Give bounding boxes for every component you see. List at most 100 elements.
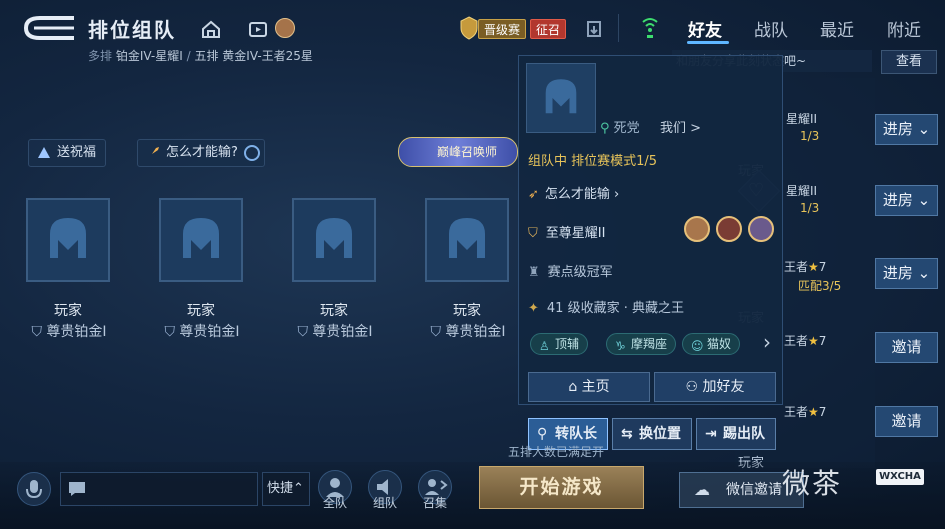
rocket-icon <box>144 144 162 162</box>
slot-1-name: 玩家 <box>54 303 82 319</box>
star-icon: ★ <box>808 405 819 419</box>
hint-text: 五排人数已满足开 <box>508 445 605 459</box>
cat-icon: ☺ <box>691 339 704 353</box>
rank-shield-icon: ⛉ <box>297 324 313 340</box>
friend-4-rank: 王者★7 <box>784 334 827 348</box>
kick-button[interactable]: ⇥ 踢出队 <box>696 418 776 450</box>
view-button[interactable]: 查看 <box>881 50 937 74</box>
tag-zodiac: ♑ 摩羯座 <box>606 333 677 355</box>
chevron-down-icon: ⌄ <box>912 264 931 282</box>
slot-4-rank: ⛉ 尊贵铂金I <box>430 324 506 340</box>
rank-shield-icon <box>460 16 478 40</box>
player-slot-4[interactable] <box>425 198 509 282</box>
friend-4-invite-button[interactable]: 邀请 <box>875 332 938 363</box>
tab-active-indicator <box>687 41 729 44</box>
tag-support: ♙ 顶辅 <box>530 333 589 355</box>
chevron-right-icon: › <box>609 187 620 202</box>
add-friend-button[interactable]: ⚇ 加好友 <box>654 372 776 402</box>
how-lose-chip[interactable]: 怎么才能输? <box>137 139 265 167</box>
promo-chip[interactable]: 晋级赛 <box>478 19 527 39</box>
back-arrow-icon <box>23 16 74 40</box>
trophy-icon: ♜ <box>528 265 540 280</box>
relation-tag: ⚲ 死党 <box>600 121 640 136</box>
card-rank: ⛉ 至尊星耀II <box>528 226 606 241</box>
rocket-icon: ➶ <box>528 187 539 202</box>
bless-button[interactable]: 送祝福 <box>28 139 106 167</box>
signal-icon <box>641 14 659 40</box>
watermark-badge: WXCHA <box>876 469 924 485</box>
helmet-icon <box>183 218 219 258</box>
slot-3-rank: ⛉ 尊贵铂金I <box>297 324 373 340</box>
recruit-chip[interactable]: 征召 <box>530 19 567 39</box>
card-collector: ✦ 41 级收藏家 · 典藏之王 <box>528 301 684 316</box>
mode-multi: 多排 <box>88 49 113 63</box>
slot-2-name: 玩家 <box>187 303 215 319</box>
squad-voice-label: 组队 <box>372 496 397 510</box>
summon-label: 召集 <box>422 496 447 510</box>
us-link[interactable]: 我们 > <box>660 117 701 136</box>
helmet-icon <box>449 218 485 258</box>
player-slot-1[interactable] <box>26 198 110 282</box>
tab-clan[interactable]: 战队 <box>754 16 788 41</box>
rank-range-info: 多排 铂金IV-星耀I / 五排 黄金IV-王者25星 <box>88 47 313 64</box>
rank-shield-icon: ⛉ <box>31 324 47 340</box>
exit-icon: ⇥ <box>705 426 717 442</box>
card-motto[interactable]: ➶ 怎么才能输 › <box>528 183 619 202</box>
home-button[interactable]: ⌂ 主页 <box>528 372 650 402</box>
rank-emblem-icon: ⛉ <box>528 226 538 241</box>
chevron-right-icon[interactable]: › <box>763 330 771 354</box>
slot-1-rank: ⛉ 尊贵铂金I <box>31 324 107 340</box>
bless-label: 送祝福 <box>57 145 97 160</box>
player-slot-3[interactable] <box>292 198 376 282</box>
card-title-honor: ♜ 赛点级冠军 <box>528 265 613 280</box>
quick-chat-button[interactable]: 快捷⌃ <box>262 472 310 506</box>
tab-friends[interactable]: 好友 <box>688 16 722 41</box>
hero-avatar-3 <box>748 216 774 242</box>
summoner-badge: 巅峰召唤师 <box>398 137 518 167</box>
chevron-down-icon: ⌄ <box>912 191 931 209</box>
separator: / <box>182 49 195 63</box>
chevron-up-icon: ⌃ <box>293 481 304 496</box>
helmet-icon <box>545 79 577 114</box>
tab-recent[interactable]: 最近 <box>820 16 854 41</box>
collector-icon: ✦ <box>528 301 539 316</box>
card-status: 组队中 排位赛模式1/5 <box>528 154 658 169</box>
capricorn-icon: ♑ <box>615 339 626 353</box>
role-icon: ♙ <box>539 339 550 353</box>
friend-5-rank: 王者★7 <box>784 405 827 419</box>
friend-3-sub: 匹配3/5 <box>798 279 842 293</box>
face-icon <box>244 145 260 161</box>
hero-avatar-1 <box>684 216 710 242</box>
voice-button[interactable] <box>17 472 51 506</box>
friend-2-join-button[interactable]: 进房 ⌄ <box>875 185 938 216</box>
team-voice-label: 全队 <box>322 496 347 510</box>
add-user-icon: ⚇ <box>685 379 703 395</box>
media-icon[interactable] <box>247 18 269 40</box>
friend-1-rank: 星耀II <box>786 112 818 126</box>
tag-cat: ☺ 猫奴 <box>682 333 741 355</box>
swap-position-button[interactable]: ⇆ 换位置 <box>612 418 692 450</box>
relation-icon: ⚲ <box>600 121 614 136</box>
chevron-down-icon: ⌄ <box>912 120 931 138</box>
friend-5-invite-button[interactable]: 邀请 <box>875 406 938 437</box>
chat-input[interactable] <box>60 472 258 506</box>
home-icon[interactable] <box>200 18 222 40</box>
wechat-icon: ☁ <box>694 480 710 499</box>
friend-2-rank: 星耀II <box>786 184 818 198</box>
friend-1-join-button[interactable]: 进房 ⌄ <box>875 114 938 145</box>
microphone-icon <box>26 480 42 499</box>
star-icon: ★ <box>808 260 819 274</box>
hero-avatar-2 <box>716 216 742 242</box>
summoner-badge-label: 巅峰召唤师 <box>437 145 498 159</box>
friend-3-join-button[interactable]: 进房 ⌄ <box>875 258 938 289</box>
back-button[interactable] <box>20 12 78 44</box>
tab-nearby[interactable]: 附近 <box>887 16 921 41</box>
start-game-button[interactable]: 开始游戏 <box>479 466 644 509</box>
host-avatar[interactable] <box>275 18 295 38</box>
player-slot-2[interactable] <box>159 198 243 282</box>
slot-2-rank: ⛉ 尊贵铂金I <box>164 324 240 340</box>
card-avatar <box>526 63 596 133</box>
friend-3-rank: 王者★7 <box>784 260 827 274</box>
share-icon[interactable] <box>583 18 605 40</box>
friend-1-sub: 1/3 <box>800 129 820 143</box>
